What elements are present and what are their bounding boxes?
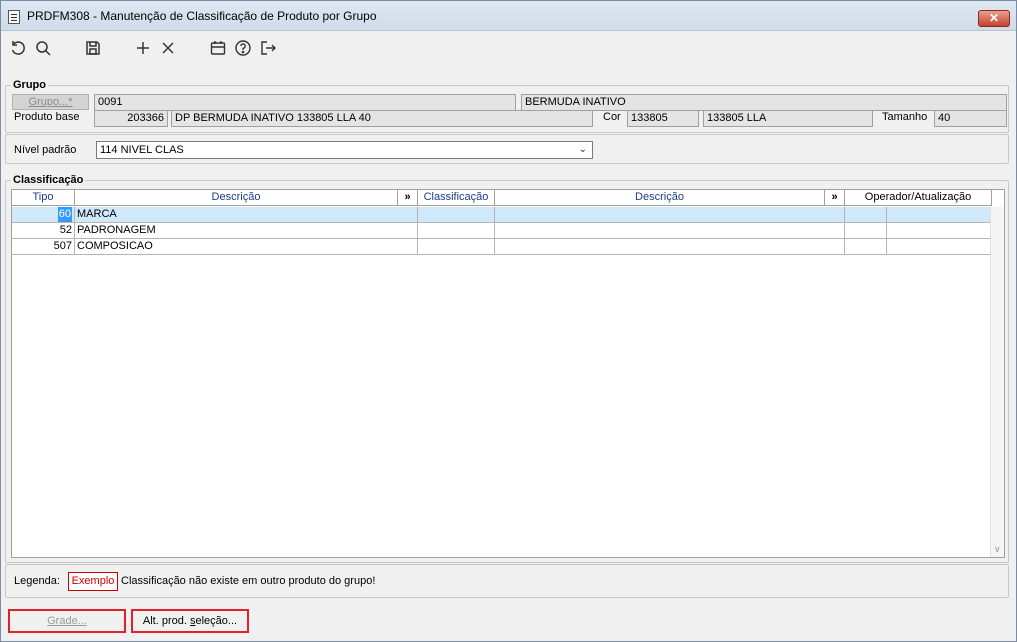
cor-code-field[interactable]: 133805 xyxy=(627,110,699,127)
nivel-padrao-select[interactable]: 114 NIVEL CLAS ⌄ xyxy=(96,141,593,159)
exit-icon[interactable] xyxy=(259,39,277,57)
undo-icon[interactable] xyxy=(9,39,27,57)
grid-vertical-scrollbar[interactable]: ∨ xyxy=(990,207,1004,557)
grupo-button[interactable]: Grupo...* xyxy=(12,94,89,110)
alt-prod-suffix: eleção... xyxy=(195,615,238,627)
close-button[interactable]: ✕ xyxy=(978,10,1010,27)
table-row-atualizacao[interactable] xyxy=(887,223,992,239)
table-row-operador[interactable] xyxy=(845,207,887,223)
table-row-descricao[interactable]: MARCA xyxy=(75,207,418,223)
search-icon[interactable] xyxy=(34,39,52,57)
classificacao-grid[interactable]: Tipo Descrição » Classificação Descrição… xyxy=(11,189,1005,558)
grade-button[interactable]: Grade... xyxy=(8,609,126,633)
table-row-classificacao[interactable] xyxy=(418,207,495,223)
classificacao-section-title: Classificação xyxy=(11,174,86,186)
window-title: PRDFM308 - Manutenção de Classificação d… xyxy=(27,9,377,23)
table-row-operador[interactable] xyxy=(845,239,887,255)
expand-descricao-button[interactable]: » xyxy=(398,190,418,206)
nivel-padrao-value: 114 NIVEL CLAS xyxy=(100,144,184,156)
col-header-tipo[interactable]: Tipo xyxy=(12,190,75,206)
cor-desc-field[interactable]: 133805 LLA xyxy=(703,110,873,127)
tamanho-label: Tamanho xyxy=(882,111,928,123)
alt-prod-selecao-button[interactable]: Alt. prod. seleção... xyxy=(131,609,249,633)
table-row-descricao-2[interactable] xyxy=(495,207,845,223)
toolbar xyxy=(1,32,1016,62)
col-header-descricao[interactable]: Descrição xyxy=(75,190,398,206)
legenda-label: Legenda: xyxy=(14,575,60,587)
chevron-down-icon: ⌄ xyxy=(578,144,587,155)
save-icon[interactable] xyxy=(84,39,102,57)
help-icon[interactable] xyxy=(234,39,252,57)
grupo-button-label: Grupo...* xyxy=(28,96,73,108)
scroll-down-icon[interactable]: ∨ xyxy=(994,544,1001,555)
legenda-text: Classificação não existe em outro produt… xyxy=(121,575,376,587)
title-bar: PRDFM308 - Manutenção de Classificação d… xyxy=(1,1,1016,31)
table-row-descricao[interactable]: COMPOSICAO xyxy=(75,239,418,255)
col-header-descricao-2[interactable]: Descrição xyxy=(495,190,825,206)
main-window: PRDFM308 - Manutenção de Classificação d… xyxy=(0,0,1017,642)
table-row-descricao[interactable]: PADRONAGEM xyxy=(75,223,418,239)
legenda-example: Exemplo xyxy=(68,572,118,591)
produto-base-label: Produto base xyxy=(14,111,80,123)
table-row-atualizacao[interactable] xyxy=(887,207,992,223)
produto-base-code-field[interactable]: 203366 xyxy=(94,110,168,127)
produto-base-desc-field[interactable]: DP BERMUDA INATIVO 133805 LLA 40 xyxy=(171,110,593,127)
grupo-desc-field[interactable]: BERMUDA INATIVO xyxy=(521,94,1007,111)
table-cell-tipo-value: 60 xyxy=(57,207,72,222)
table-row-operador[interactable] xyxy=(845,223,887,239)
document-icon xyxy=(8,10,20,24)
add-icon[interactable] xyxy=(134,39,152,57)
calendar-icon[interactable] xyxy=(209,39,227,57)
grupo-code-field[interactable]: 0091 xyxy=(94,94,516,111)
nivel-padrao-label: Nível padrão xyxy=(14,144,77,156)
table-row-classificacao[interactable] xyxy=(418,223,495,239)
table-row-tipo[interactable]: 60 xyxy=(12,207,75,223)
table-row-descricao-2[interactable] xyxy=(495,239,845,255)
table-row-atualizacao[interactable] xyxy=(887,239,992,255)
table-row-tipo[interactable]: 507 xyxy=(12,239,75,255)
col-header-operador[interactable]: Operador/Atualização xyxy=(845,190,992,206)
cor-label: Cor xyxy=(603,111,621,123)
legenda-bar: Legenda: Exemplo Classificação não exist… xyxy=(5,564,1009,598)
table-row-tipo[interactable]: 52 xyxy=(12,223,75,239)
table-row-classificacao[interactable] xyxy=(418,239,495,255)
grupo-section-title: Grupo xyxy=(11,79,48,91)
grade-button-label: Grade... xyxy=(47,615,87,627)
tamanho-field[interactable]: 40 xyxy=(934,110,1007,127)
col-header-classificacao[interactable]: Classificação xyxy=(418,190,495,206)
table-row-descricao-2[interactable] xyxy=(495,223,845,239)
delete-icon[interactable] xyxy=(159,39,177,57)
expand-descricao-2-button[interactable]: » xyxy=(825,190,845,206)
alt-prod-prefix: Alt. prod. xyxy=(142,615,190,627)
